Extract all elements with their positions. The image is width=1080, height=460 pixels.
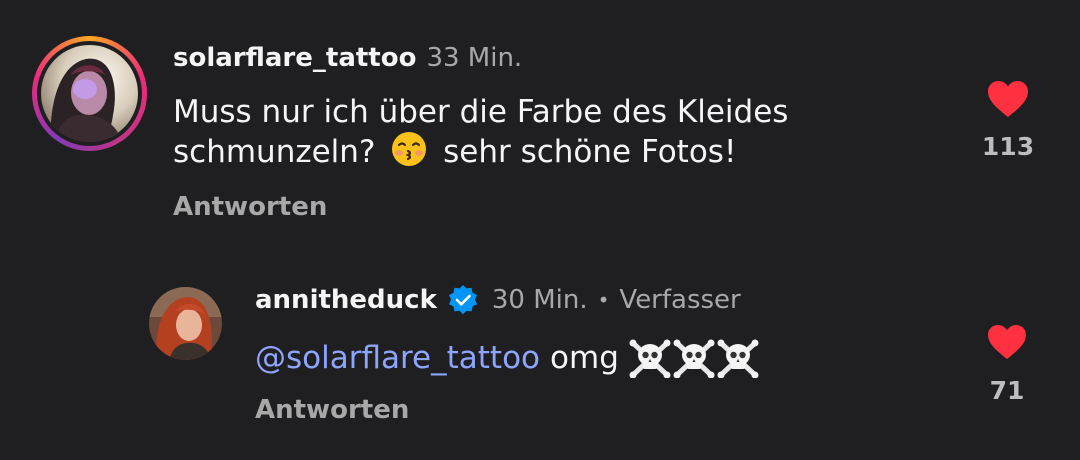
comment-username[interactable]: solarflare_tattoo xyxy=(173,43,416,73)
comment-text-segment: omg xyxy=(550,339,619,376)
comment-timestamp: 33 Min. xyxy=(426,43,523,73)
comment-username[interactable]: annitheduck xyxy=(255,285,437,315)
comment-text: @solarflare_tattoo omg xyxy=(255,338,759,378)
separator-dot: • xyxy=(597,288,610,312)
like-count: 71 xyxy=(989,376,1025,405)
avatar-story-ring[interactable] xyxy=(32,36,147,151)
kissing-face-emoji xyxy=(391,131,427,176)
skull-crossbones-emoji xyxy=(629,338,759,378)
avatar[interactable] xyxy=(149,287,222,360)
like-count: 113 xyxy=(981,132,1035,161)
verified-badge-icon xyxy=(447,284,479,316)
comment-timestamp: 30 Min. xyxy=(491,285,588,315)
avatar[interactable] xyxy=(41,45,138,142)
heart-icon[interactable] xyxy=(987,324,1027,360)
heart-icon[interactable] xyxy=(987,80,1029,118)
comment-text-segment: schmunzeln? xyxy=(173,134,376,171)
like-button[interactable]: 113 xyxy=(978,80,1038,161)
like-button[interactable]: 71 xyxy=(977,324,1037,405)
comment-text: Muss nur ich über die Farbe des Kleides … xyxy=(173,93,788,177)
reply-button[interactable]: Antworten xyxy=(173,192,327,222)
author-badge: Verfasser xyxy=(619,285,741,315)
mention-link[interactable]: @solarflare_tattoo xyxy=(255,339,540,377)
comment-text-segment: sehr schöne Fotos! xyxy=(443,134,737,171)
comment-text-line: Muss nur ich über die Farbe des Kleides xyxy=(173,94,789,130)
comment-text-line: schmunzeln? sehr schöne Fotos! xyxy=(173,131,788,176)
reply-button[interactable]: Antworten xyxy=(255,395,409,425)
